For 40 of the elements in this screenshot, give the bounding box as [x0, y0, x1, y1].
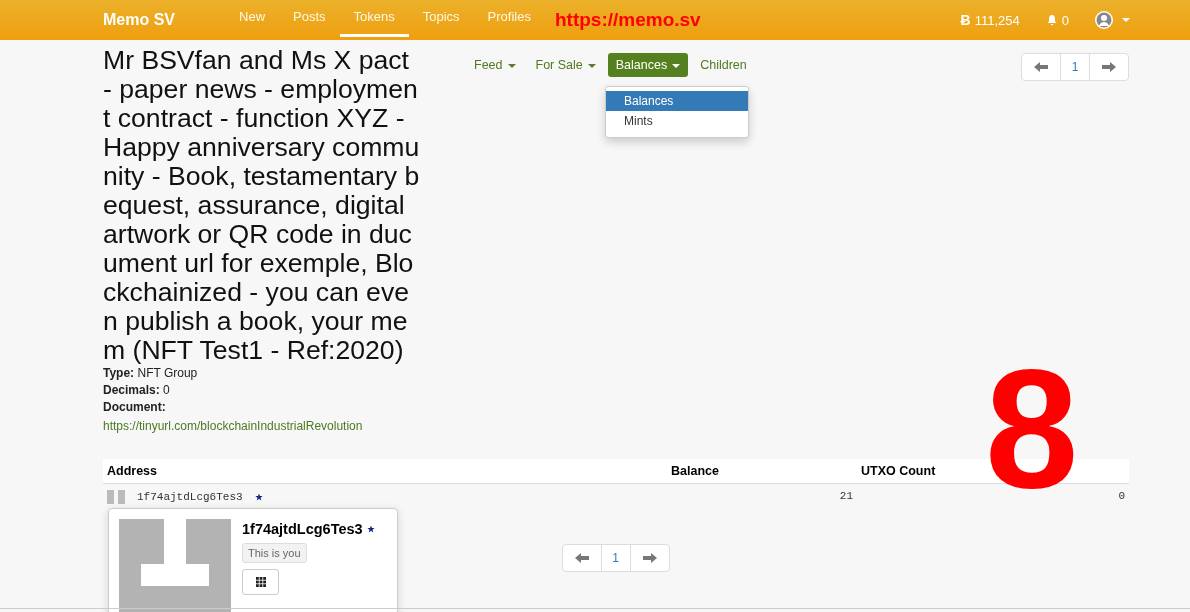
field-label: Document:: [103, 400, 166, 414]
token-title: Mr BSVfan and Ms X pact - paper news - employment contract - function XYZ - Happy anniversary community - Book, testamentary bequest, assurance, digital artwork or QR code in ducument url for exemple, Blockchainized - you can even publish a book, your mem (NFT Test1 - Ref:2020): [103, 46, 421, 365]
page-button[interactable]: 1: [600, 544, 631, 572]
caret-icon: [1122, 18, 1130, 22]
profile-name: 1f74ajtdLcg6Tes3: [242, 521, 363, 537]
qr-code-button[interactable]: [242, 569, 279, 595]
previous-page-button[interactable]: [1021, 53, 1061, 81]
caret-icon: [672, 63, 681, 68]
avatar-icon: [1095, 11, 1113, 29]
nav-pill[interactable]: For Sale: [527, 53, 604, 77]
document-link[interactable]: https://tinyurl.com/blockchainIndustrialRevolution: [103, 418, 363, 435]
token-field: Type: NFT Group: [103, 365, 433, 382]
grid-icon: [255, 577, 266, 587]
right-arrow-icon: [1102, 62, 1116, 72]
right-arrow-icon: [642, 553, 657, 563]
table-cell: 21: [667, 483, 857, 510]
token-field: Decimals: 0: [103, 382, 433, 399]
page-button[interactable]: 1: [1060, 53, 1090, 81]
nav-pill[interactable]: Feed: [466, 53, 524, 77]
next-page-button[interactable]: [629, 544, 670, 572]
star-icon: [366, 525, 375, 533]
star-icon: [254, 493, 263, 501]
nav-pill[interactable]: Children: [692, 53, 755, 77]
previous-page-button[interactable]: [561, 544, 602, 572]
caret-icon: [587, 63, 596, 68]
left-arrow-icon: [1034, 62, 1048, 72]
profile-menu[interactable]: [1095, 11, 1130, 29]
address-link[interactable]: 1f74ajtdLcg6Tes3: [137, 491, 243, 503]
url-annotation: https://memo.sv: [554, 9, 701, 31]
nav-pill[interactable]: Balances: [607, 53, 689, 77]
menu-item[interactable]: Mints: [606, 111, 748, 131]
menu-item[interactable]: Balances: [606, 91, 748, 111]
bell-icon: [1045, 14, 1058, 26]
next-page-button[interactable]: [1089, 53, 1129, 81]
column-header: Balance: [667, 459, 857, 484]
left-arrow-icon: [574, 553, 589, 563]
status-badge: This is you: [242, 543, 307, 563]
column-header: Address: [103, 459, 667, 484]
caret-icon: [507, 63, 516, 68]
identicon-icon: [107, 490, 125, 504]
